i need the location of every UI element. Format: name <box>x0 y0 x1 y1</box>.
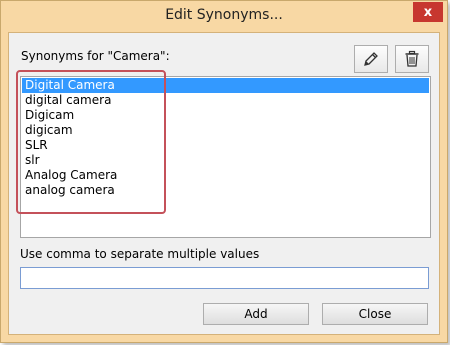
list-item[interactable]: analog camera <box>22 183 429 198</box>
edit-synonyms-dialog: Edit Synonyms... x Synonyms for "Camera"… <box>0 0 448 343</box>
trash-icon <box>405 50 419 67</box>
synonyms-label: Synonyms for "Camera": <box>21 49 170 63</box>
list-item[interactable]: slr <box>22 153 429 168</box>
add-button[interactable]: Add <box>203 303 309 325</box>
list-item[interactable]: SLR <box>22 138 429 153</box>
close-icon: x <box>423 4 433 20</box>
delete-button[interactable] <box>395 45 429 73</box>
edit-button[interactable] <box>354 45 388 73</box>
close-button[interactable]: Close <box>322 303 428 325</box>
list-item[interactable]: Digicam <box>22 108 429 123</box>
synonyms-list[interactable]: Digital Camera digital camera Digicam di… <box>20 76 431 238</box>
dialog-body: Synonyms for "Camera": Digital Camera di… <box>8 32 440 335</box>
title-bar[interactable]: Edit Synonyms... x <box>1 1 447 31</box>
list-item[interactable]: digital camera <box>22 93 429 108</box>
list-item[interactable]: Analog Camera <box>22 168 429 183</box>
list-item[interactable]: Digital Camera <box>22 78 429 93</box>
list-item[interactable]: digicam <box>22 123 429 138</box>
window-close-button[interactable]: x <box>413 2 443 22</box>
dialog-title: Edit Synonyms... <box>165 7 283 23</box>
synonym-input[interactable] <box>20 267 429 289</box>
pencil-icon <box>364 52 378 66</box>
comma-hint-label: Use comma to separate multiple values <box>20 247 260 261</box>
